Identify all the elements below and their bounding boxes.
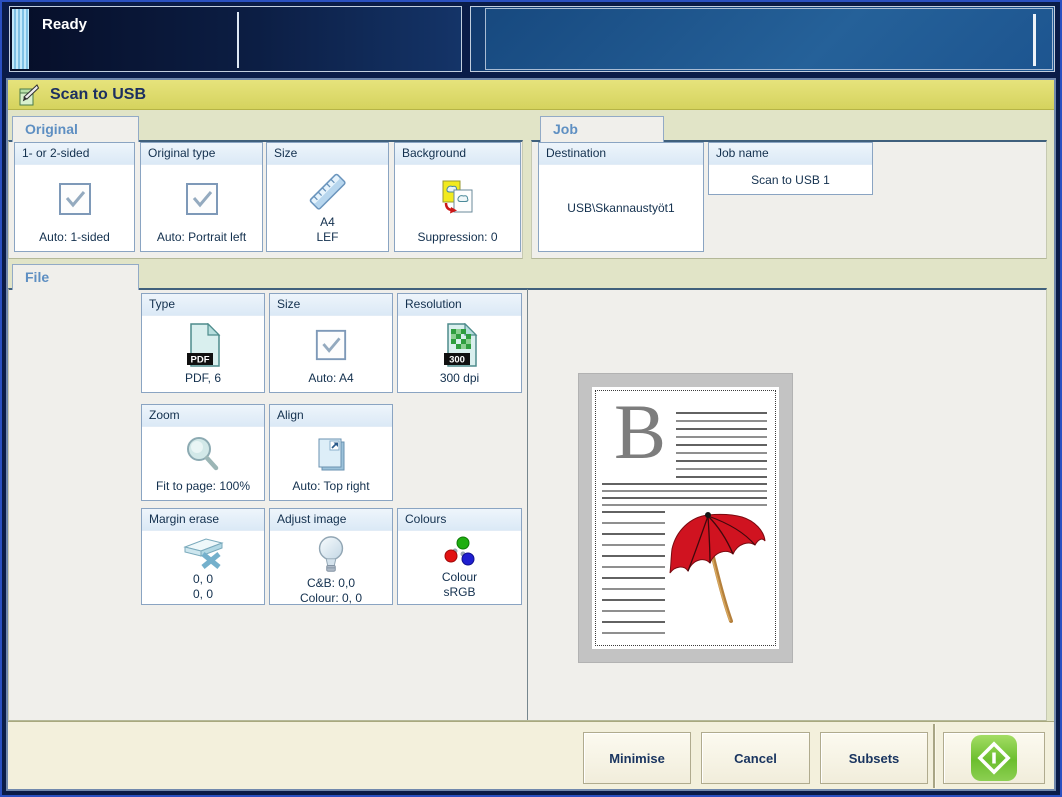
magnifier-icon — [183, 430, 223, 479]
scanner-screen: Ready Scan to USB Original 1- or 2-sided — [0, 0, 1062, 797]
destination-value: USB\Skannaustyöt1 — [567, 201, 674, 215]
card-header: Margin erase — [142, 509, 264, 531]
tab-original: Original — [12, 116, 139, 142]
card-caption: 0, 00, 0 — [193, 572, 213, 602]
card-margin-erase[interactable]: Margin erase 0, 00, 0 — [141, 508, 265, 605]
card-header: Destination — [539, 143, 703, 165]
card-caption: Suppression: 0 — [417, 230, 497, 245]
cancel-button[interactable]: Cancel — [701, 732, 810, 784]
card-1-or-2-sided[interactable]: 1- or 2-sided Auto: 1-sided — [14, 142, 135, 252]
card-header: Align — [270, 405, 392, 427]
job-name-value: Scan to USB 1 — [751, 173, 830, 187]
card-file-type[interactable]: Type PDF PDF, 6 — [141, 293, 265, 393]
card-caption: C&B: 0,0Colour: 0, 0 — [300, 576, 362, 606]
resolution-300-icon: 300 — [442, 319, 478, 371]
pdf-file-icon: PDF — [185, 319, 221, 371]
checkbox-icon — [56, 168, 94, 230]
status-stripe — [12, 9, 29, 69]
tab-job: Job — [540, 116, 664, 142]
card-caption: 300 dpi — [440, 371, 479, 386]
card-original-type[interactable]: Original type Auto: Portrait left — [140, 142, 263, 252]
tab-file: File — [12, 264, 139, 290]
scan-preview: B — [578, 373, 793, 663]
note-pen-icon — [18, 83, 40, 107]
checkbox-icon — [313, 319, 349, 371]
rgb-dots-icon — [440, 534, 480, 570]
title-bar: Scan to USB — [8, 80, 1054, 110]
align-top-right-icon — [311, 430, 351, 479]
svg-text:300: 300 — [449, 355, 465, 366]
card-destination[interactable]: Destination USB\Skannaustyöt1 — [538, 142, 704, 252]
page-title: Scan to USB — [50, 86, 146, 104]
start-diamond-icon — [971, 735, 1017, 781]
card-caption: Auto: A4 — [308, 371, 353, 386]
status-panel-left: Ready — [9, 6, 462, 72]
card-caption: Auto: Top right — [292, 479, 369, 494]
card-file-size[interactable]: Size Auto: A4 — [269, 293, 393, 393]
file-section-divider — [527, 289, 528, 720]
card-caption: PDF, 6 — [185, 371, 221, 386]
card-header: Resolution — [398, 294, 521, 316]
footer-separator — [933, 724, 935, 788]
card-header: Background — [395, 143, 520, 165]
subsets-button[interactable]: Subsets — [820, 732, 928, 784]
start-button[interactable] — [943, 732, 1045, 784]
card-resolution[interactable]: Resolution 300 — [397, 293, 522, 393]
eraser-icon — [181, 534, 225, 572]
background-suppression-icon — [438, 168, 478, 230]
card-caption: Fit to page: 100% — [156, 479, 250, 494]
status-ready-label: Ready — [42, 16, 87, 33]
card-header: Size — [267, 143, 388, 165]
umbrella-illustration — [670, 512, 765, 621]
status-divider — [237, 12, 239, 68]
preview-illustration: B — [592, 387, 779, 649]
lightbulb-icon — [313, 534, 349, 576]
card-header: Colours — [398, 509, 521, 531]
svg-text:PDF: PDF — [191, 355, 210, 366]
card-caption: Auto: Portrait left — [157, 230, 246, 245]
card-caption: Auto: 1-sided — [39, 230, 110, 245]
card-caption: ColoursRGB — [442, 570, 477, 600]
card-align[interactable]: Align Auto: Top right — [269, 404, 393, 501]
checkbox-icon — [183, 168, 221, 230]
ruler-icon — [307, 168, 349, 215]
card-background[interactable]: Background Suppression: 0 — [394, 142, 521, 252]
status-panel-right-inner — [485, 8, 1053, 70]
minimise-button[interactable]: Minimise — [583, 732, 691, 784]
card-header: Type — [142, 294, 264, 316]
card-header: Adjust image — [270, 509, 392, 531]
status-marker — [1033, 14, 1036, 66]
card-header: Size — [270, 294, 392, 316]
card-job-name[interactable]: Job name Scan to USB 1 — [708, 142, 873, 195]
preview-page: B — [592, 387, 779, 649]
card-header: Job name — [709, 143, 872, 165]
card-colours[interactable]: Colours ColoursRGB — [397, 508, 522, 605]
card-original-size[interactable]: Size A4LEF — [266, 142, 389, 252]
status-panel-right — [470, 6, 1055, 72]
card-zoom[interactable]: Zoom Fit to page: 100% — [141, 404, 265, 501]
svg-text:B: B — [614, 388, 666, 475]
card-header: 1- or 2-sided — [15, 143, 134, 165]
card-header: Zoom — [142, 405, 264, 427]
card-header: Original type — [141, 143, 262, 165]
card-adjust-image[interactable]: Adjust image C&B: 0,0Colour: 0, 0 — [269, 508, 393, 605]
card-caption: A4LEF — [316, 215, 338, 245]
